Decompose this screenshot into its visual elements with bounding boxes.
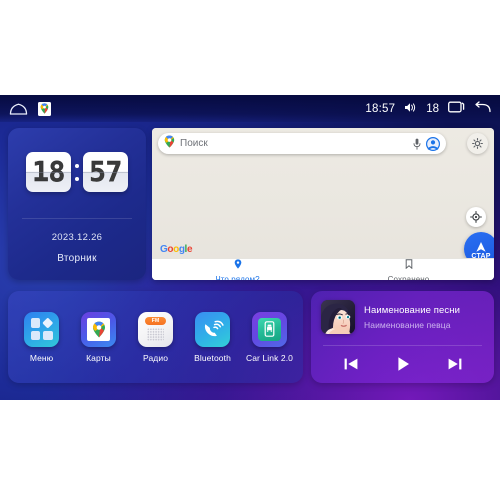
menu-grid-icon[interactable] [24, 311, 59, 347]
clock-minutes: 57 [89, 155, 123, 188]
skip-previous-icon [344, 358, 357, 370]
google-maps-pin-icon [164, 135, 175, 153]
music-track-artist: Наименование певца [364, 319, 451, 330]
car-link-icon[interactable] [252, 311, 287, 347]
clock-colon-separator [74, 163, 80, 181]
music-player-widget[interactable]: Наименование песни Наименование певца [311, 291, 494, 383]
status-bar-left-group [9, 101, 51, 116]
clock-widget[interactable]: 18 57 2023.12.26 Вторник [8, 128, 146, 280]
play-icon [397, 357, 409, 371]
menu-grid-glyph [30, 318, 53, 340]
skip-next-icon [448, 358, 461, 370]
music-metadata: Наименование песни Наименование певца [364, 305, 460, 330]
radio-body: FM [142, 316, 169, 343]
app-shortcut-maps[interactable]: Карты [72, 311, 126, 363]
map-nav-saved[interactable]: Сохранено [323, 256, 494, 281]
volume-icon[interactable] [404, 100, 417, 118]
app-shortcut-radio-label: Радио [142, 352, 169, 363]
place-pin-icon [234, 256, 242, 274]
app-shortcut-bluetooth[interactable]: Bluetooth [186, 311, 240, 363]
app-shortcuts-panel: Меню Карты FM Радио Bluetooth Car Link 2… [8, 291, 303, 383]
back-arrow-icon[interactable] [474, 100, 491, 118]
map-locate-button[interactable] [466, 207, 486, 227]
map-settings-icon [472, 138, 483, 149]
play-button[interactable] [394, 355, 412, 373]
clock-date: 2023.12.26 [51, 232, 103, 243]
bluetooth-phone-icon[interactable] [195, 311, 230, 347]
previous-track-button[interactable] [343, 356, 359, 372]
music-track-title: Наименование песни [364, 304, 461, 316]
map-search-input[interactable]: Поиск [180, 138, 407, 149]
app-shortcut-menu-label: Меню [29, 352, 54, 363]
music-transport-controls [311, 346, 494, 373]
map-bottom-nav: Что рядом? Сохранено [152, 258, 494, 280]
music-now-playing: Наименование песни Наименование певца [311, 291, 494, 334]
google-logo: Google [160, 244, 193, 255]
volume-level: 18 [426, 102, 439, 115]
bookmark-icon [405, 256, 413, 274]
fm-radio-icon[interactable]: FM [138, 311, 173, 347]
navigation-arrow-icon [476, 241, 486, 252]
microphone-icon[interactable] [412, 137, 421, 150]
google-maps-widget[interactable]: Поиск СТАР Google Что рядом? Сохранено [152, 128, 494, 280]
status-bar: 18:57 18 [0, 95, 500, 122]
status-bar-clock: 18:57 [365, 102, 396, 115]
flip-clock: 18 57 [8, 152, 146, 192]
google-maps-icon[interactable] [81, 311, 116, 347]
clock-weekday: Вторник [57, 253, 97, 264]
app-shortcut-carlink[interactable]: Car Link 2.0 [243, 311, 297, 363]
clock-minutes-card: 57 [83, 152, 128, 192]
account-avatar-icon[interactable] [426, 136, 440, 151]
car-head-unit-home-screen: 18:57 18 18 57 2023.12.26 Вторник Поиск … [0, 95, 500, 400]
clock-hours-card: 18 [26, 152, 71, 192]
app-shortcut-menu[interactable]: Меню [15, 311, 69, 363]
status-bar-right-group: 18:57 18 [365, 100, 491, 118]
map-settings-button[interactable] [467, 133, 488, 154]
radio-fm-band: FM [145, 316, 166, 325]
map-nav-nearby-label: Что рядом? [215, 274, 260, 281]
map-nav-saved-label: Сохранено [387, 274, 430, 281]
google-maps-badge-icon[interactable] [38, 101, 51, 116]
app-shortcut-maps-label: Карты [86, 352, 111, 363]
recents-icon[interactable] [448, 100, 465, 118]
radio-speaker-grille [147, 327, 164, 341]
clock-divider [22, 218, 132, 219]
maps-tile [87, 317, 110, 341]
next-track-button[interactable] [447, 356, 463, 372]
app-shortcut-bluetooth-label: Bluetooth [194, 352, 231, 363]
clock-hours: 18 [32, 155, 66, 188]
home-icon[interactable] [9, 103, 28, 115]
app-shortcut-radio[interactable]: FM Радио [129, 311, 183, 363]
app-shortcut-carlink-label: Car Link 2.0 [245, 352, 294, 363]
album-art-portrait [321, 300, 355, 334]
carlink-tile [258, 317, 281, 341]
locate-compass-icon [470, 211, 482, 223]
map-search-bar[interactable]: Поиск [158, 133, 446, 154]
map-nav-nearby[interactable]: Что рядом? [152, 256, 323, 281]
radio-fm-label: FM [151, 317, 160, 324]
